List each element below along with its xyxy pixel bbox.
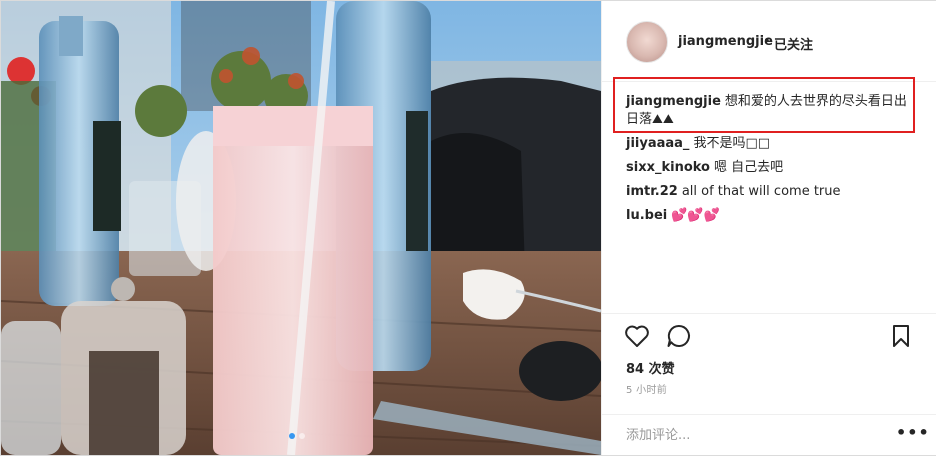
like-count[interactable]: 84 次赞	[626, 358, 675, 377]
follow-button[interactable]: 已关注	[774, 34, 813, 53]
highlight-box	[613, 77, 915, 133]
comment-username[interactable]: sixx_kinoko	[626, 160, 710, 175]
photo-illustration	[1, 1, 601, 455]
comment-text: 嗯 自己去吧	[713, 160, 784, 175]
comment-text: 我不是吗□□	[693, 136, 771, 151]
post-actions: 84 次赞 5 小时前 •••	[602, 313, 936, 445]
avatar[interactable]	[626, 21, 668, 63]
comment-item: sixx_kinoko 嗯 自己去吧	[626, 159, 783, 177]
comment-item: jiiyaaaa_ 我不是吗□□	[626, 135, 770, 153]
header-username[interactable]: jiangmengjie	[678, 34, 773, 49]
comment-item: lu.bei 💕💕💕	[626, 207, 720, 225]
carousel-indicator[interactable]	[289, 433, 305, 439]
carousel-dot-active[interactable]	[289, 433, 295, 439]
post-container: jiangmengjie • 已关注 jiangmengjie 想和爱的人去世界的…	[0, 0, 936, 456]
comment-text: all of that will come true	[681, 184, 841, 199]
add-comment-bar: •••	[602, 414, 936, 457]
heart-icon[interactable]	[624, 324, 650, 352]
post-header: jiangmengjie • 已关注	[602, 1, 936, 82]
comment-username[interactable]: lu.bei	[626, 208, 667, 223]
post-sidebar: jiangmengjie • 已关注 jiangmengjie 想和爱的人去世界的…	[601, 1, 936, 455]
carousel-dot[interactable]	[299, 433, 305, 439]
comment-text: 💕💕💕	[671, 208, 720, 223]
more-options-icon[interactable]: •••	[896, 423, 930, 442]
header-separator: •	[763, 34, 771, 49]
bookmark-icon[interactable]	[891, 324, 911, 352]
post-timestamp[interactable]: 5 小时前	[626, 381, 667, 396]
add-comment-input[interactable]	[626, 425, 876, 445]
post-photo[interactable]	[1, 1, 601, 455]
comment-icon[interactable]	[666, 324, 692, 352]
comment-item: imtr.22 all of that will come true	[626, 183, 841, 201]
comment-username[interactable]: imtr.22	[626, 184, 678, 199]
comment-username[interactable]: jiiyaaaa_	[626, 136, 689, 151]
